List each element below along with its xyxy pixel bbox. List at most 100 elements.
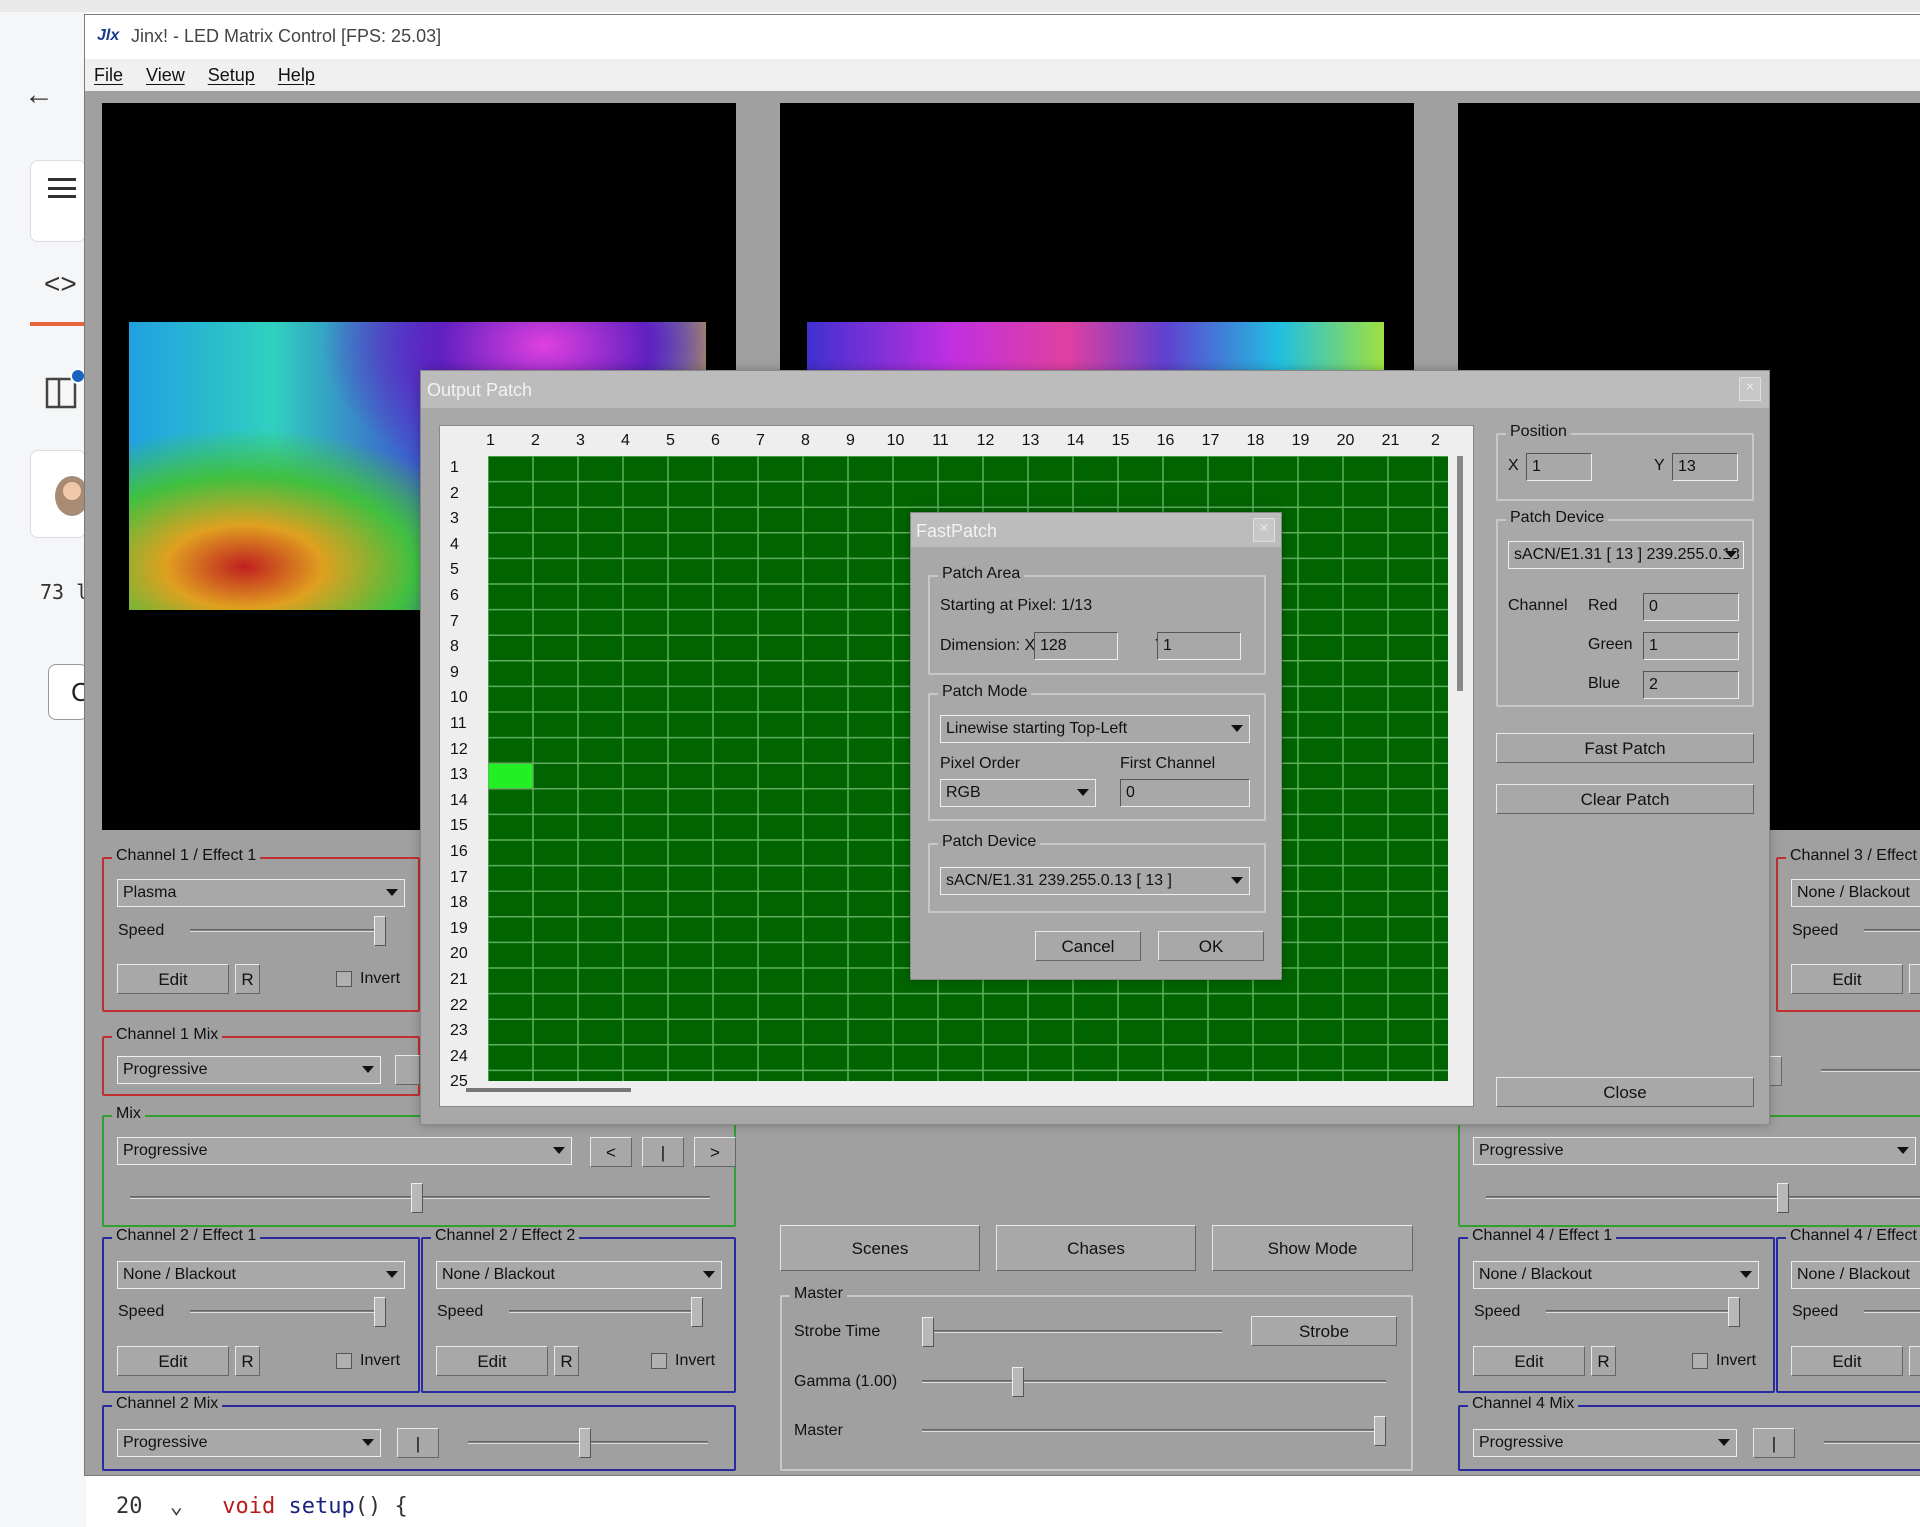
first-channel-input[interactable]: 0 (1120, 779, 1250, 807)
ok-button[interactable]: OK (1158, 931, 1264, 961)
effect-select[interactable]: None / Blackout (436, 1261, 722, 1289)
gamma-slider-track[interactable] (922, 1380, 1386, 1383)
speed-slider-track[interactable] (1546, 1310, 1740, 1313)
jinx-logo-icon: Jlx (97, 27, 120, 44)
row-header: 11 (450, 715, 467, 732)
mix-center-button[interactable]: | (1753, 1428, 1795, 1458)
strobe-slider-track[interactable] (922, 1330, 1222, 1333)
mix-center-button[interactable]: | (397, 1428, 439, 1458)
chevron-down-icon[interactable]: ⌄ (170, 1494, 183, 1519)
dimension-x-input[interactable]: 128 (1034, 632, 1118, 660)
mix-next-button[interactable]: > (694, 1137, 736, 1167)
mix-mode-select[interactable]: Progressive (117, 1429, 381, 1457)
edit-button[interactable]: Edit (117, 1346, 229, 1376)
edit-button[interactable]: Edit (1791, 964, 1903, 994)
reset-button[interactable] (1909, 964, 1920, 994)
mix-mode-select[interactable]: Progressive (117, 1056, 381, 1084)
edit-button[interactable]: Edit (1473, 1346, 1585, 1376)
patch-mode-select[interactable]: Linewise starting Top-Left (940, 715, 1250, 743)
reset-button[interactable]: R (1591, 1346, 1616, 1376)
effect-select[interactable]: Plasma (117, 879, 405, 907)
close-button[interactable]: Close (1496, 1077, 1754, 1107)
ide-partial-button[interactable]: C (48, 664, 90, 720)
channel-1-effect-1-group: Channel 1 / Effect 1 Plasma Speed Edit R… (102, 847, 420, 1012)
red-channel-input[interactable]: 0 (1643, 593, 1739, 621)
show-mode-button[interactable]: Show Mode (1212, 1225, 1413, 1271)
fast-patch-button[interactable]: Fast Patch (1496, 733, 1754, 763)
effect-select[interactable]: None / Blackout (117, 1261, 405, 1289)
edit-button[interactable]: Edit (117, 964, 229, 994)
invert-checkbox[interactable] (336, 1353, 352, 1369)
channel-3-effect-1-group: Channel 3 / Effect 1 None / Blackout Spe… (1776, 847, 1920, 1012)
edit-button[interactable]: Edit (1791, 1346, 1903, 1376)
column-header: 11 (932, 432, 949, 449)
menu-view[interactable]: View (146, 65, 185, 85)
gamma-slider-thumb[interactable] (1012, 1367, 1024, 1397)
mix-mode-select[interactable]: Progressive (1473, 1137, 1916, 1165)
highlighted-pixel-cell[interactable] (488, 763, 533, 789)
menu-file[interactable]: File (94, 65, 123, 85)
speed-slider-track[interactable] (1864, 1310, 1920, 1313)
mix-slider-track[interactable] (1821, 1069, 1920, 1072)
blue-channel-input[interactable]: 2 (1643, 671, 1739, 699)
speed-slider-track[interactable] (509, 1310, 703, 1313)
mix-mode-select[interactable]: Progressive (117, 1137, 572, 1165)
mix-slider-thumb[interactable] (579, 1428, 591, 1458)
code-brackets-icon[interactable]: <> (44, 268, 77, 300)
row-header: 6 (450, 587, 459, 604)
chases-button[interactable]: Chases (996, 1225, 1196, 1271)
speed-slider-thumb[interactable] (374, 1297, 386, 1327)
horizontal-scrollbar[interactable] (466, 1088, 631, 1092)
green-channel-input[interactable]: 1 (1643, 632, 1739, 660)
mix-prev-button[interactable]: < (590, 1137, 632, 1167)
menu-setup[interactable]: Setup (208, 65, 255, 85)
mix-mode-select[interactable]: Progressive (1473, 1429, 1737, 1457)
reset-button[interactable]: R (235, 964, 260, 994)
scenes-button[interactable]: Scenes (780, 1225, 980, 1271)
speed-slider-thumb[interactable] (691, 1297, 703, 1327)
menu-help[interactable]: Help (278, 65, 315, 85)
ide-top-bar (0, 0, 1920, 12)
invert-checkbox[interactable] (1692, 1353, 1708, 1369)
pixel-order-select[interactable]: RGB (940, 779, 1096, 807)
hamburger-menu-icon[interactable] (48, 178, 76, 198)
strobe-slider-thumb[interactable] (922, 1317, 934, 1347)
speed-slider-track[interactable] (190, 1310, 386, 1313)
dimension-y-input[interactable]: 1 (1157, 632, 1241, 660)
clear-patch-button[interactable]: Clear Patch (1496, 784, 1754, 814)
mix-mode-value: Progressive (1479, 1142, 1564, 1159)
speed-slider-thumb[interactable] (1728, 1297, 1740, 1327)
position-y-input[interactable]: 13 (1672, 453, 1738, 481)
back-arrow-icon[interactable]: ← (24, 78, 54, 112)
reset-button[interactable]: R (554, 1346, 579, 1376)
speed-label: Speed (118, 922, 165, 939)
reset-button[interactable] (1909, 1346, 1920, 1376)
edit-button[interactable]: Edit (436, 1346, 548, 1376)
close-icon[interactable]: × (1739, 377, 1761, 401)
speed-slider-track[interactable] (190, 929, 386, 932)
mix-slider-thumb[interactable] (1777, 1183, 1789, 1213)
effect-select[interactable]: None / Blackout (1473, 1261, 1759, 1289)
mix-center-button[interactable]: | (642, 1137, 684, 1167)
speed-slider-thumb[interactable] (374, 916, 386, 946)
position-x-input[interactable]: 1 (1526, 453, 1592, 481)
speed-slider-track[interactable] (1864, 929, 1920, 932)
master-slider-thumb[interactable] (1374, 1416, 1386, 1446)
effect-select[interactable]: None / Blackout (1791, 1261, 1920, 1289)
group-label: Channel 2 / Effect 2 (431, 1227, 580, 1245)
mix-center-button[interactable] (395, 1055, 420, 1085)
patch-device-select[interactable]: sACN/E1.31 [ 13 ] 239.255.0.13 (1508, 541, 1744, 569)
cancel-button[interactable]: Cancel (1035, 931, 1141, 961)
vertical-scrollbar[interactable] (1457, 456, 1463, 691)
invert-checkbox[interactable] (336, 971, 352, 987)
mix-slider-track[interactable] (1486, 1196, 1920, 1199)
strobe-button[interactable]: Strobe (1251, 1316, 1397, 1346)
mix-slider-track[interactable] (1824, 1441, 1920, 1444)
master-slider-track[interactable] (922, 1429, 1386, 1432)
patch-device-select[interactable]: sACN/E1.31 239.255.0.13 [ 13 ] (940, 867, 1250, 895)
invert-checkbox[interactable] (651, 1353, 667, 1369)
close-icon[interactable]: × (1253, 518, 1275, 542)
mix-slider-thumb[interactable] (411, 1183, 423, 1213)
reset-button[interactable]: R (235, 1346, 260, 1376)
effect-select[interactable]: None / Blackout (1791, 879, 1920, 907)
